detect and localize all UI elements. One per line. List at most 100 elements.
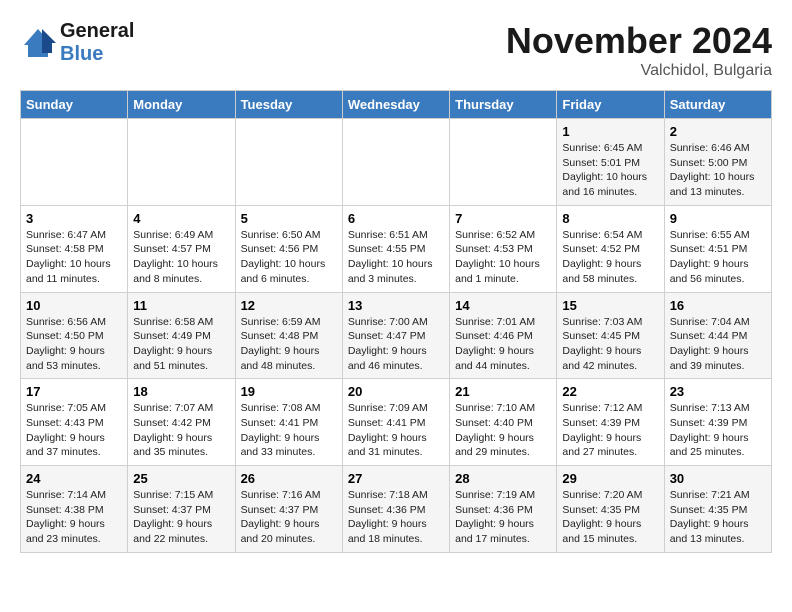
day-info: Sunrise: 6:47 AMSunset: 4:58 PMDaylight:… [26,228,122,287]
day-info: Sunrise: 7:14 AMSunset: 4:38 PMDaylight:… [26,488,122,547]
day-number: 24 [26,471,122,486]
day-number: 2 [670,124,766,139]
day-info: Sunrise: 7:13 AMSunset: 4:39 PMDaylight:… [670,401,766,460]
day-number: 9 [670,211,766,226]
day-number: 8 [562,211,658,226]
calendar-cell [128,119,235,206]
day-number: 30 [670,471,766,486]
day-header-friday: Friday [557,91,664,119]
calendar-cell: 22 Sunrise: 7:12 AMSunset: 4:39 PMDayligh… [557,379,664,466]
calendar-cell: 4 Sunrise: 6:49 AMSunset: 4:57 PMDaylight… [128,205,235,292]
day-info: Sunrise: 6:59 AMSunset: 4:48 PMDaylight:… [241,315,337,374]
day-info: Sunrise: 7:01 AMSunset: 4:46 PMDaylight:… [455,315,551,374]
day-header-sunday: Sunday [21,91,128,119]
day-info: Sunrise: 7:00 AMSunset: 4:47 PMDaylight:… [348,315,444,374]
calendar-cell: 19Sunrise: 7:08 AMSunset: 4:41 PMDayligh… [235,379,342,466]
day-number: 17 [26,384,122,399]
day-info: Sunrise: 7:19 AMSunset: 4:36 PMDaylight:… [455,488,551,547]
calendar-cell [235,119,342,206]
day-number: 7 [455,211,551,226]
day-info: Sunrise: 6:55 AMSunset: 4:51 PMDaylight:… [670,228,766,287]
day-info: Sunrise: 6:58 AMSunset: 4:49 PMDaylight:… [133,315,229,374]
calendar-cell: 12 Sunrise: 6:59 AMSunset: 4:48 PMDayligh… [235,292,342,379]
week-row-5: 24 Sunrise: 7:14 AMSunset: 4:38 PMDayligh… [21,466,772,553]
day-number: 16 [670,298,766,313]
calendar-cell: 30 Sunrise: 7:21 AMSunset: 4:35 PMDayligh… [664,466,771,553]
day-info: Sunrise: 6:45 AMSunset: 5:01 PMDaylight:… [562,141,658,200]
calendar-cell: 21Sunrise: 7:10 AMSunset: 4:40 PMDayligh… [450,379,557,466]
week-row-4: 17 Sunrise: 7:05 AMSunset: 4:43 PMDayligh… [21,379,772,466]
calendar-cell: 24 Sunrise: 7:14 AMSunset: 4:38 PMDayligh… [21,466,128,553]
day-number: 1 [562,124,658,139]
day-number: 27 [348,471,444,486]
day-number: 10 [26,298,122,313]
day-number: 13 [348,298,444,313]
day-info: Sunrise: 7:10 AMSunset: 4:40 PMDaylight:… [455,401,551,460]
calendar-cell: 13 Sunrise: 7:00 AMSunset: 4:47 PMDayligh… [342,292,449,379]
week-row-3: 10 Sunrise: 6:56 AMSunset: 4:50 PMDayligh… [21,292,772,379]
day-number: 22 [562,384,658,399]
calendar-cell: 3Sunrise: 6:47 AMSunset: 4:58 PMDaylight… [21,205,128,292]
day-info: Sunrise: 7:12 AMSunset: 4:39 PMDaylight:… [562,401,658,460]
day-info: Sunrise: 6:46 AMSunset: 5:00 PMDaylight:… [670,141,766,200]
logo-text: General Blue [60,20,134,66]
day-number: 28 [455,471,551,486]
day-number: 4 [133,211,229,226]
calendar-cell: 26 Sunrise: 7:16 AMSunset: 4:37 PMDayligh… [235,466,342,553]
calendar-cell: 1 Sunrise: 6:45 AMSunset: 5:01 PMDaylight… [557,119,664,206]
calendar-cell: 18Sunrise: 7:07 AMSunset: 4:42 PMDayligh… [128,379,235,466]
day-number: 20 [348,384,444,399]
calendar-cell: 29 Sunrise: 7:20 AMSunset: 4:35 PMDayligh… [557,466,664,553]
calendar-cell: 6Sunrise: 6:51 AMSunset: 4:55 PMDaylight… [342,205,449,292]
calendar-cell: 27Sunrise: 7:18 AMSunset: 4:36 PMDayligh… [342,466,449,553]
day-header-tuesday: Tuesday [235,91,342,119]
calendar-cell: 9 Sunrise: 6:55 AMSunset: 4:51 PMDaylight… [664,205,771,292]
calendar-cell: 15 Sunrise: 7:03 AMSunset: 4:45 PMDayligh… [557,292,664,379]
day-info: Sunrise: 6:50 AMSunset: 4:56 PMDaylight:… [241,228,337,287]
title-section: November 2024 Valchidol, Bulgaria [506,20,772,80]
day-number: 11 [133,298,229,313]
day-info: Sunrise: 6:49 AMSunset: 4:57 PMDaylight:… [133,228,229,287]
calendar-cell: 2 Sunrise: 6:46 AMSunset: 5:00 PMDaylight… [664,119,771,206]
day-header-saturday: Saturday [664,91,771,119]
calendar-cell: 11 Sunrise: 6:58 AMSunset: 4:49 PMDayligh… [128,292,235,379]
day-info: Sunrise: 7:15 AMSunset: 4:37 PMDaylight:… [133,488,229,547]
calendar-cell: 28 Sunrise: 7:19 AMSunset: 4:36 PMDayligh… [450,466,557,553]
day-info: Sunrise: 7:16 AMSunset: 4:37 PMDaylight:… [241,488,337,547]
day-number: 18 [133,384,229,399]
location-subtitle: Valchidol, Bulgaria [506,62,772,80]
calendar-cell: 10 Sunrise: 6:56 AMSunset: 4:50 PMDayligh… [21,292,128,379]
day-info: Sunrise: 6:56 AMSunset: 4:50 PMDaylight:… [26,315,122,374]
day-number: 5 [241,211,337,226]
calendar-cell: 14 Sunrise: 7:01 AMSunset: 4:46 PMDayligh… [450,292,557,379]
calendar-cell: 17 Sunrise: 7:05 AMSunset: 4:43 PMDayligh… [21,379,128,466]
calendar-cell [21,119,128,206]
day-number: 6 [348,211,444,226]
day-info: Sunrise: 7:09 AMSunset: 4:41 PMDaylight:… [348,401,444,460]
day-number: 26 [241,471,337,486]
day-header-wednesday: Wednesday [342,91,449,119]
day-number: 25 [133,471,229,486]
day-number: 12 [241,298,337,313]
day-info: Sunrise: 7:04 AMSunset: 4:44 PMDaylight:… [670,315,766,374]
day-number: 29 [562,471,658,486]
month-title: November 2024 [506,20,772,62]
calendar-cell: 8 Sunrise: 6:54 AMSunset: 4:52 PMDaylight… [557,205,664,292]
calendar-cell [342,119,449,206]
day-info: Sunrise: 7:05 AMSunset: 4:43 PMDaylight:… [26,401,122,460]
calendar-cell: 20 Sunrise: 7:09 AMSunset: 4:41 PMDayligh… [342,379,449,466]
day-info: Sunrise: 7:21 AMSunset: 4:35 PMDaylight:… [670,488,766,547]
logo-icon [20,25,56,61]
day-header-thursday: Thursday [450,91,557,119]
day-number: 15 [562,298,658,313]
day-header-monday: Monday [128,91,235,119]
day-number: 14 [455,298,551,313]
day-info: Sunrise: 6:54 AMSunset: 4:52 PMDaylight:… [562,228,658,287]
week-row-2: 3Sunrise: 6:47 AMSunset: 4:58 PMDaylight… [21,205,772,292]
day-info: Sunrise: 7:20 AMSunset: 4:35 PMDaylight:… [562,488,658,547]
day-info: Sunrise: 6:52 AMSunset: 4:53 PMDaylight:… [455,228,551,287]
calendar-cell: 5 Sunrise: 6:50 AMSunset: 4:56 PMDaylight… [235,205,342,292]
day-info: Sunrise: 7:03 AMSunset: 4:45 PMDaylight:… [562,315,658,374]
day-info: Sunrise: 7:08 AMSunset: 4:41 PMDaylight:… [241,401,337,460]
logo: General Blue [20,20,134,66]
